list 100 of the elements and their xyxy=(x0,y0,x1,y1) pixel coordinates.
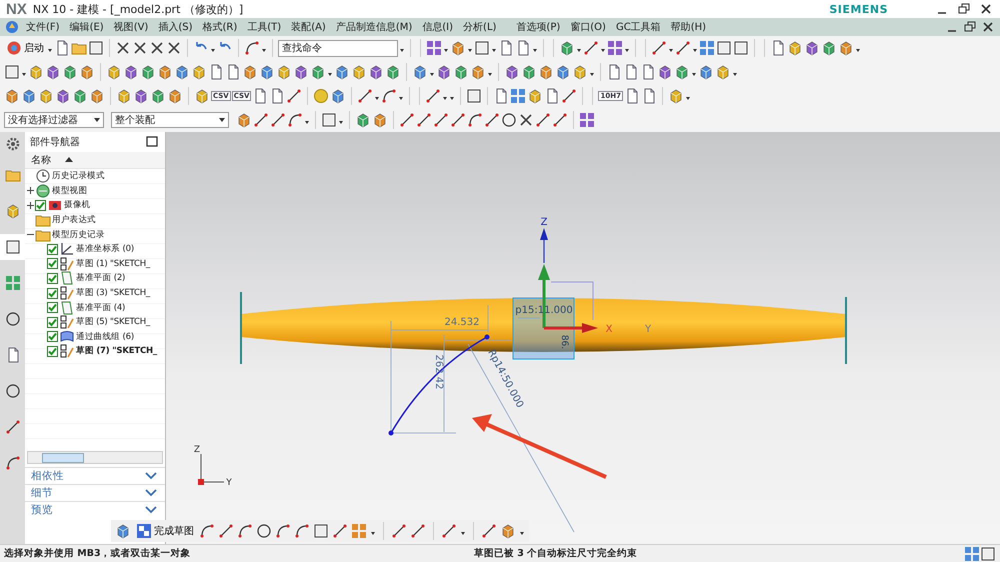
cross-icon[interactable] xyxy=(132,40,148,56)
checkbox[interactable] xyxy=(47,258,58,270)
circle-icon[interactable] xyxy=(4,383,20,399)
square-icon[interactable] xyxy=(4,64,20,80)
expand-icon[interactable] xyxy=(27,202,34,209)
square-icon[interactable] xyxy=(313,523,329,539)
line-icon[interactable] xyxy=(4,419,20,435)
line-icon[interactable] xyxy=(651,40,667,56)
line-icon[interactable] xyxy=(357,88,374,104)
section-title[interactable]: 细节 xyxy=(31,486,53,500)
checkbox[interactable] xyxy=(47,302,58,314)
line-icon[interactable] xyxy=(425,88,442,104)
checkbox[interactable] xyxy=(47,288,58,299)
line-icon[interactable] xyxy=(583,40,599,56)
line-icon[interactable] xyxy=(399,112,415,128)
circle-icon[interactable] xyxy=(256,523,272,539)
tree-item-label[interactable]: 基准平面 (4) xyxy=(76,302,126,314)
tree-item-label[interactable]: 草图 (3) "SKETCH_ xyxy=(76,287,150,300)
arc-icon[interactable] xyxy=(275,523,291,539)
menu-item[interactable]: GC工具箱 xyxy=(612,20,665,34)
line-icon[interactable] xyxy=(332,523,348,539)
circle-icon[interactable] xyxy=(501,112,517,128)
checkbox[interactable] xyxy=(47,331,58,342)
tree-item-label[interactable]: 摄像机 xyxy=(64,199,90,212)
grid-icon[interactable] xyxy=(510,88,526,104)
x-axis-arrow[interactable] xyxy=(544,323,598,333)
square-icon[interactable] xyxy=(321,112,337,128)
finish-sketch-button[interactable]: 完成草图 xyxy=(134,520,196,542)
line-icon[interactable] xyxy=(391,523,407,539)
square-icon[interactable] xyxy=(733,40,749,56)
curve-point[interactable] xyxy=(484,334,490,340)
menu-item[interactable]: 产品制造信息(M) xyxy=(332,20,416,34)
square-icon[interactable] xyxy=(474,40,490,56)
menu-item[interactable]: 首选项(P) xyxy=(512,20,564,34)
checkbox[interactable] xyxy=(35,200,46,211)
grid-icon[interactable] xyxy=(579,112,595,128)
line-icon[interactable] xyxy=(552,112,568,128)
tree-item-label[interactable]: 草图 (7) "SKETCH_ xyxy=(76,345,157,358)
tree-item-label[interactable]: 通过曲线组 (6) xyxy=(76,330,134,343)
z-axis-arrow[interactable] xyxy=(540,228,548,263)
square-icon[interactable] xyxy=(88,40,104,56)
tree-item-label[interactable]: 模型视图 xyxy=(52,184,88,197)
arc-icon[interactable] xyxy=(4,455,20,471)
tree-item-label[interactable]: 草图 (5) "SKETCH_ xyxy=(76,316,150,328)
arc-icon[interactable] xyxy=(237,523,253,539)
settings-icon[interactable] xyxy=(4,136,20,152)
menu-item[interactable]: 工具(T) xyxy=(243,20,286,34)
line-icon[interactable] xyxy=(218,523,234,539)
start-button[interactable]: 启动 xyxy=(4,37,46,59)
tree-item-label[interactable]: 模型历史记录 xyxy=(52,228,105,241)
line-icon[interactable] xyxy=(441,523,457,539)
checkbox[interactable] xyxy=(47,346,58,357)
menu-item[interactable]: 编辑(E) xyxy=(66,20,108,34)
sphere-icon[interactable] xyxy=(313,88,330,104)
line-icon[interactable] xyxy=(535,112,551,128)
expand-icon[interactable] xyxy=(27,187,34,194)
tree-item-label[interactable]: 用户表达式 xyxy=(52,214,96,226)
line-icon[interactable] xyxy=(450,112,466,128)
filter-dropdown[interactable]: 没有选择过滤器 xyxy=(4,112,104,128)
menu-item[interactable]: 信息(I) xyxy=(418,20,458,34)
square-icon[interactable] xyxy=(716,40,732,56)
column-header[interactable]: 名称 xyxy=(31,153,51,167)
menu-item[interactable]: 窗口(O) xyxy=(566,20,610,34)
menu-item[interactable]: 分析(L) xyxy=(459,20,500,34)
line-icon[interactable] xyxy=(561,88,578,104)
line-icon[interactable] xyxy=(410,523,426,539)
arc-icon[interactable] xyxy=(467,112,483,128)
menu-item[interactable]: 视图(V) xyxy=(110,20,152,34)
cross-icon[interactable] xyxy=(149,40,165,56)
square-icon[interactable] xyxy=(980,546,996,562)
line-icon[interactable] xyxy=(253,112,269,128)
tree-item-label[interactable]: 历史记录模式 xyxy=(52,170,105,182)
search-field[interactable]: 查找命令 xyxy=(278,40,398,56)
tree-item-label[interactable]: 基准坐标系 (0) xyxy=(76,243,134,256)
tree-item-label[interactable]: 基准平面 (2) xyxy=(76,272,126,284)
scrollbar[interactable] xyxy=(27,451,163,464)
curve-point[interactable] xyxy=(388,430,394,436)
line-icon[interactable] xyxy=(416,112,432,128)
cross-icon[interactable] xyxy=(518,112,534,128)
circle-icon[interactable] xyxy=(4,311,20,327)
line-icon[interactable] xyxy=(433,112,449,128)
menu-item[interactable]: 文件(F) xyxy=(22,20,64,34)
menu-item[interactable]: 帮助(H) xyxy=(666,20,710,34)
menu-item[interactable]: 插入(S) xyxy=(154,20,196,34)
arc-icon[interactable] xyxy=(381,88,398,104)
checkbox[interactable] xyxy=(47,316,58,328)
menu-item[interactable]: 格式(R) xyxy=(198,20,242,34)
line-icon[interactable] xyxy=(675,40,691,56)
square-icon[interactable] xyxy=(466,88,482,104)
arc-icon[interactable] xyxy=(294,523,310,539)
tree-item-label[interactable]: 草图 (1) "SKETCH_ xyxy=(76,258,150,270)
arc-icon[interactable] xyxy=(199,523,215,539)
arc-icon[interactable] xyxy=(287,112,303,128)
cross-icon[interactable] xyxy=(115,40,131,56)
square-icon[interactable] xyxy=(4,239,20,255)
checkbox[interactable] xyxy=(47,272,58,284)
section-title[interactable]: 相依性 xyxy=(31,469,64,483)
checkbox[interactable] xyxy=(47,244,58,255)
line-icon[interactable] xyxy=(484,112,500,128)
section-title[interactable]: 预览 xyxy=(31,503,53,517)
